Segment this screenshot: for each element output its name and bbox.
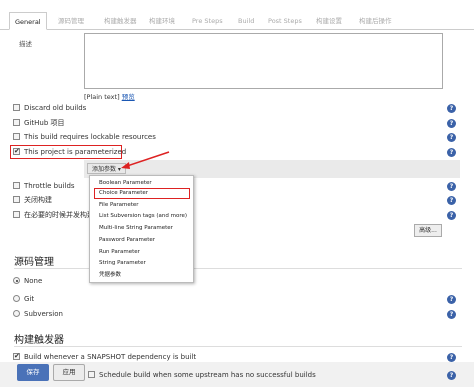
tab-scm[interactable]: 源码管理 — [58, 12, 84, 30]
description-preview-row: [Plain text] 预览 — [84, 91, 135, 101]
help-icon[interactable]: ? — [447, 119, 456, 128]
advanced-button[interactable]: 高级... — [414, 224, 442, 237]
menu-item-run-parameter[interactable]: Run Parameter — [99, 248, 140, 257]
tab-pre-steps[interactable]: Pre Steps — [192, 12, 223, 30]
menu-item-list-subversion-tags[interactable]: List Subversion tags (and more) — [99, 212, 187, 221]
help-icon[interactable]: ? — [447, 196, 456, 205]
tab-build[interactable]: Build — [238, 12, 254, 30]
tab-post-steps[interactable]: Post Steps — [268, 12, 302, 30]
scm-option-git[interactable]: Git — [13, 293, 34, 305]
option-label: None — [24, 277, 43, 285]
description-label: 描述 — [19, 40, 32, 48]
option-label: Throttle builds — [24, 182, 75, 190]
option-label: 关闭构建 — [24, 196, 52, 204]
help-icon[interactable]: ? — [447, 295, 456, 304]
option-label: GitHub 项目 — [24, 119, 65, 127]
help-icon[interactable]: ? — [447, 353, 456, 362]
help-icon[interactable]: ? — [447, 211, 456, 220]
upstream-trigger-checkbox[interactable] — [88, 371, 95, 378]
option-label: This build requires lockable resources — [24, 133, 156, 141]
help-icon[interactable]: ? — [447, 182, 456, 191]
tab-build-environment[interactable]: 构建环境 — [149, 12, 175, 30]
option-lockable-resources[interactable]: This build requires lockable resources — [13, 131, 156, 143]
scm-git-radio[interactable] — [13, 295, 20, 302]
option-label: Build whenever a SNAPSHOT dependency is … — [24, 353, 197, 361]
option-label: 在必要的时候并发构建 — [24, 211, 94, 219]
snapshot-trigger-checkbox[interactable] — [13, 350, 20, 362]
option-github-project[interactable]: GitHub 项目 — [13, 117, 64, 129]
disable-build-checkbox[interactable] — [13, 196, 20, 203]
menu-item-password-parameter[interactable]: Password Parameter — [99, 236, 155, 245]
option-label: This project is parameterized — [24, 148, 127, 156]
parameter-type-menu: Boolean Parameter Choice Parameter File … — [89, 175, 194, 283]
option-label: Discard old builds — [24, 104, 87, 112]
section-divider — [14, 346, 462, 347]
menu-item-string-parameter[interactable]: String Parameter — [99, 259, 146, 268]
discard-old-builds-checkbox[interactable] — [13, 104, 20, 111]
github-project-checkbox[interactable] — [13, 119, 20, 126]
scm-none-radio[interactable] — [13, 277, 20, 284]
option-label: Git — [24, 295, 35, 303]
description-textarea[interactable] — [84, 33, 443, 89]
parameterized-checkbox[interactable] — [13, 145, 20, 157]
save-button[interactable]: 保存 — [17, 364, 49, 381]
scm-option-subversion[interactable]: Subversion — [13, 308, 63, 320]
scm-section-title: 源码管理 — [14, 257, 54, 268]
option-discard-old-builds[interactable]: Discard old builds — [13, 102, 86, 114]
help-icon[interactable]: ? — [447, 104, 456, 113]
throttle-builds-checkbox[interactable] — [13, 182, 20, 189]
menu-item-file-parameter[interactable]: File Parameter — [99, 201, 139, 210]
config-tab-bar: General 源码管理 构建触发器 构建环境 Pre Steps Build … — [0, 12, 474, 30]
help-icon[interactable]: ? — [447, 371, 456, 380]
tab-post-build[interactable]: 构建后操作 — [359, 12, 392, 30]
scm-option-none[interactable]: None — [13, 275, 42, 287]
help-icon[interactable]: ? — [447, 310, 456, 319]
option-throttle-builds[interactable]: Throttle builds — [13, 180, 75, 192]
option-disable-build[interactable]: 关闭构建 — [13, 194, 52, 206]
menu-item-boolean-parameter[interactable]: Boolean Parameter — [99, 179, 152, 188]
help-icon[interactable]: ? — [447, 148, 456, 157]
scm-subversion-radio[interactable] — [13, 310, 20, 317]
preview-link[interactable]: 预览 — [122, 93, 135, 101]
option-label: Schedule build when some upstream has no… — [99, 371, 316, 379]
help-icon[interactable]: ? — [447, 133, 456, 142]
tab-build-triggers[interactable]: 构建触发器 — [104, 12, 137, 30]
tab-build-settings[interactable]: 构建设置 — [316, 12, 342, 30]
tab-general[interactable]: General — [9, 12, 47, 30]
option-label: Subversion — [24, 310, 63, 318]
triggers-section-title: 构建触发器 — [14, 335, 64, 346]
option-parameterized[interactable]: This project is parameterized — [13, 145, 127, 158]
option-concurrent-builds[interactable]: 在必要的时候并发构建 — [13, 209, 94, 221]
menu-item-credentials-parameter[interactable]: 凭据参数 — [99, 271, 121, 280]
trigger-upstream[interactable]: Schedule build when some upstream has no… — [88, 369, 316, 381]
plain-text-label: [Plain text] — [84, 93, 120, 101]
annotation-arrow — [121, 151, 170, 169]
apply-button[interactable]: 应用 — [53, 364, 85, 381]
concurrent-builds-checkbox[interactable] — [13, 211, 20, 218]
menu-item-choice-parameter[interactable]: Choice Parameter — [99, 189, 148, 198]
section-divider — [14, 268, 462, 269]
menu-item-multiline-string-parameter[interactable]: Multi-line String Parameter — [99, 224, 173, 233]
lockable-resources-checkbox[interactable] — [13, 133, 20, 140]
